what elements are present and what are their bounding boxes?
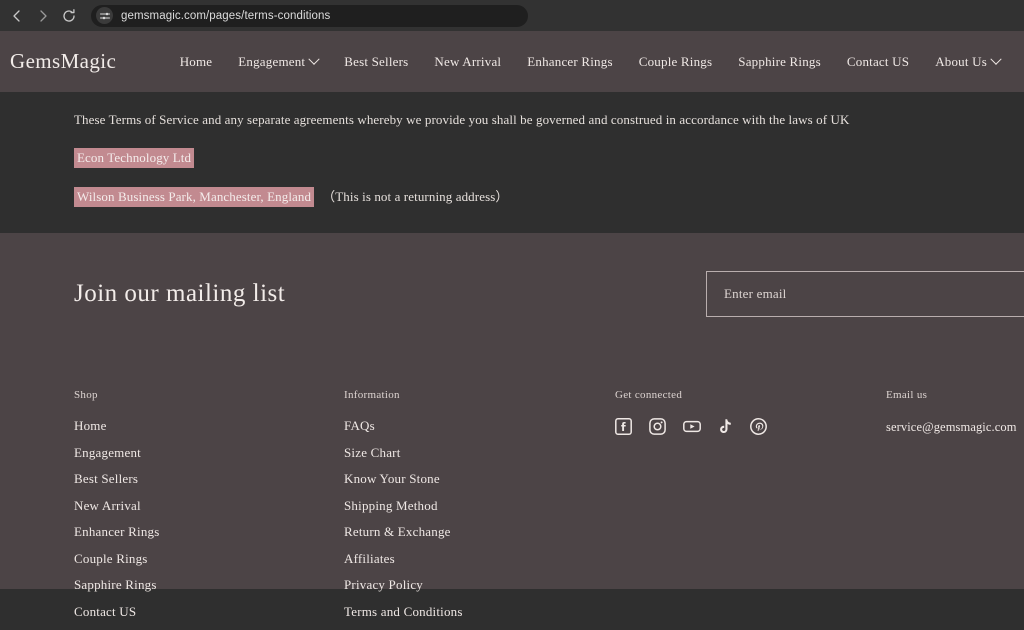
tiktok-icon[interactable]: [718, 418, 733, 435]
site-footer: Join our mailing list Shop Home Engageme…: [0, 233, 1024, 619]
nav-item-couple-rings[interactable]: Couple Rings: [639, 54, 713, 70]
company-name: Econ Technology Ltd: [74, 147, 195, 168]
footer-column-email: Email us service@gemsmagic.com: [886, 389, 1017, 630]
footer-link-return-exchange[interactable]: Return & Exchange: [344, 524, 615, 540]
footer-column-information: Information FAQs Size Chart Know Your St…: [344, 389, 615, 630]
footer-link-engagement[interactable]: Engagement: [74, 445, 344, 461]
company-name-row: Econ Technology Ltd: [74, 147, 1024, 168]
footer-link-shipping-method[interactable]: Shipping Method: [344, 498, 615, 514]
browser-toolbar: gemsmagic.com/pages/terms-conditions: [0, 0, 1024, 31]
email-input[interactable]: [722, 285, 1024, 303]
facebook-icon[interactable]: [615, 418, 632, 435]
nav-item-about-us[interactable]: About Us: [935, 53, 1002, 70]
youtube-icon[interactable]: [683, 418, 701, 435]
pinterest-icon[interactable]: [750, 418, 767, 435]
terms-paragraph: These Terms of Service and any separate …: [74, 112, 850, 127]
nav-item-home[interactable]: Home: [180, 54, 213, 70]
nav-item-contact-us[interactable]: Contact US: [847, 54, 909, 70]
footer-link-best-sellers[interactable]: Best Sellers: [74, 471, 344, 487]
forward-button[interactable]: [30, 3, 56, 29]
nav-label: Sapphire Rings: [738, 53, 821, 69]
nav-item-new-arrival[interactable]: New Arrival: [434, 54, 501, 70]
nav-item-enhancer-rings[interactable]: Enhancer Rings: [527, 54, 612, 70]
nav-item-best-sellers[interactable]: Best Sellers: [344, 54, 408, 70]
footer-link-privacy-policy[interactable]: Privacy Policy: [344, 577, 615, 593]
terms-content: These Terms of Service and any separate …: [0, 92, 1024, 233]
footer-column-title: Get connected: [615, 389, 683, 401]
main-navigation: Home Engagement Best Sellers New Arrival…: [180, 53, 1002, 70]
footer-column-title: Shop: [74, 389, 98, 401]
footer-link-contact-us[interactable]: Contact US: [74, 604, 344, 620]
nav-item-sapphire-rings[interactable]: Sapphire Rings: [738, 54, 821, 70]
chevron-down-icon: [308, 53, 320, 65]
footer-columns: Shop Home Engagement Best Sellers New Ar…: [0, 317, 1024, 630]
footer-link-faqs[interactable]: FAQs: [344, 418, 615, 434]
site-settings-icon[interactable]: [96, 7, 113, 24]
reload-button[interactable]: [56, 3, 82, 29]
support-email-link[interactable]: service@gemsmagic.com: [886, 420, 1017, 434]
footer-link-terms-and-conditions[interactable]: Terms and Conditions: [344, 604, 615, 620]
footer-link-sapphire-rings[interactable]: Sapphire Rings: [74, 577, 344, 593]
url-text: gemsmagic.com/pages/terms-conditions: [121, 9, 331, 22]
footer-column-title: Email us: [886, 389, 928, 401]
footer-link-enhancer-rings[interactable]: Enhancer Rings: [74, 524, 344, 540]
footer-link-couple-rings[interactable]: Couple Rings: [74, 551, 344, 567]
social-links: [615, 418, 886, 435]
newsletter-title: Join our mailing list: [74, 280, 286, 307]
address-bar[interactable]: gemsmagic.com/pages/terms-conditions: [91, 4, 528, 27]
newsletter-section: Join our mailing list: [0, 233, 1024, 317]
footer-link-new-arrival[interactable]: New Arrival: [74, 498, 344, 514]
site-logo[interactable]: GemsMagic: [10, 49, 116, 74]
instagram-icon[interactable]: [649, 418, 666, 435]
company-address: Wilson Business Park, Manchester, Englan…: [74, 186, 315, 207]
footer-column-social: Get connected: [615, 389, 886, 630]
nav-label: New Arrival: [434, 53, 502, 69]
chevron-down-icon: [990, 53, 1002, 65]
nav-label: Engagement: [238, 53, 306, 69]
nav-label: About Us: [935, 53, 987, 69]
nav-label: Best Sellers: [344, 53, 409, 69]
footer-link-affiliates[interactable]: Affiliates: [344, 551, 615, 567]
email-input-wrapper[interactable]: [706, 271, 1024, 317]
footer-column-shop: Shop Home Engagement Best Sellers New Ar…: [74, 389, 344, 630]
site-header: GemsMagic Home Engagement Best Sellers N…: [0, 31, 1024, 92]
company-address-row: Wilson Business Park, Manchester, Englan…: [74, 186, 1024, 207]
footer-column-title: Information: [344, 389, 400, 401]
nav-label: Contact US: [846, 53, 910, 69]
address-note: （This is not a returning address）: [322, 188, 509, 204]
footer-link-know-your-stone[interactable]: Know Your Stone: [344, 471, 615, 487]
nav-label: Enhancer Rings: [527, 53, 613, 69]
footer-link-size-chart[interactable]: Size Chart: [344, 445, 615, 461]
nav-label: Home: [179, 53, 213, 69]
nav-item-engagement[interactable]: Engagement: [238, 53, 320, 70]
footer-link-home[interactable]: Home: [74, 418, 344, 434]
back-button[interactable]: [4, 3, 30, 29]
nav-label: Couple Rings: [638, 53, 713, 69]
